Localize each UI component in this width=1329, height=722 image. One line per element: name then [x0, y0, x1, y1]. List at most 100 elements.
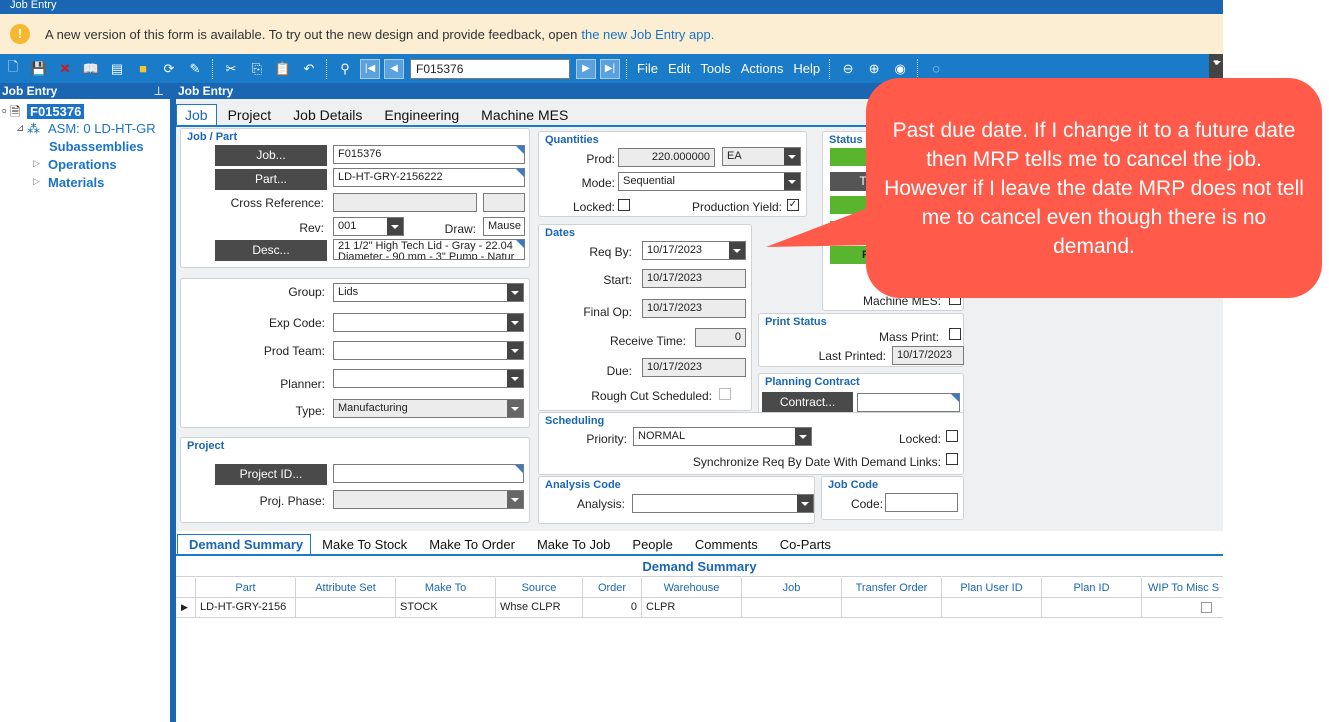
column-header-job[interactable]: Job [742, 578, 842, 598]
tab-make-to-stock[interactable]: Make To Stock [311, 537, 418, 555]
tab-co-parts[interactable]: Co-Parts [769, 537, 842, 555]
cross-reference-extra-field[interactable] [483, 193, 525, 212]
paste-icon[interactable]: 📋 [273, 59, 293, 79]
cell-attribute-set[interactable] [296, 598, 396, 618]
save-icon[interactable]: 💾 [29, 59, 49, 79]
chevron-down-icon[interactable] [507, 314, 523, 331]
forward-icon[interactable]: ⊕ [864, 59, 884, 79]
mode-combo[interactable]: Sequential [618, 172, 801, 191]
previous-record-icon[interactable]: ◀ [384, 58, 404, 79]
cell-plan-id[interactable] [1042, 598, 1142, 618]
cell-plan-user-id[interactable] [942, 598, 1042, 618]
pin-icon[interactable]: ⊥ [154, 83, 164, 99]
tree-collapse-icon[interactable]: ⊿ [16, 123, 24, 134]
last-printed-field[interactable]: 10/17/2023 [892, 346, 964, 365]
last-record-icon[interactable]: ▶| [600, 58, 620, 79]
chevron-right-icon[interactable]: ▷ [33, 158, 40, 169]
prod-team-combo[interactable] [333, 341, 524, 360]
prod-qty-field[interactable]: 220.000000 [618, 148, 715, 167]
menu-actions[interactable]: Actions [741, 61, 784, 76]
desc-button[interactable]: Desc... [215, 240, 327, 261]
analysis-combo[interactable] [632, 494, 814, 513]
receive-time-field[interactable]: 0 [695, 328, 746, 347]
exp-code-combo[interactable] [333, 313, 524, 332]
job-button[interactable]: Job... [215, 145, 327, 166]
tab-demand-summary[interactable]: Demand Summary [177, 534, 312, 555]
cell-wip-to-misc[interactable] [1142, 598, 1223, 618]
menu-help[interactable]: Help [793, 61, 820, 76]
part-number-field[interactable]: LD-HT-GRY-2156222 [333, 168, 525, 187]
tab-make-to-job[interactable]: Make To Job [526, 537, 621, 555]
column-header-transfer-order[interactable]: Transfer Order [842, 578, 942, 598]
tree-expand-icon[interactable]: ▫ [2, 103, 7, 118]
binoculars-icon[interactable]: ⚲ [335, 59, 355, 79]
start-date-field[interactable]: 10/17/2023 [642, 269, 746, 288]
first-record-icon[interactable]: |◀ [360, 58, 380, 79]
tree-node-operations[interactable]: Operations [48, 157, 117, 172]
column-header-plan-id[interactable]: Plan ID [1042, 578, 1142, 598]
description-field[interactable]: 21 1/2" High Tech Lid - Gray - 22.04 Dia… [333, 239, 525, 260]
req-by-date-field[interactable]: 10/17/2023 [642, 241, 746, 260]
tab-make-to-order[interactable]: Make To Order [418, 537, 526, 555]
group-combo[interactable]: Lids [333, 283, 524, 302]
chevron-down-icon[interactable] [729, 242, 745, 259]
chevron-down-icon[interactable] [795, 428, 811, 445]
contract-button[interactable]: Contract... [762, 392, 853, 413]
job-code-field[interactable] [885, 493, 958, 512]
tab-machine-mes[interactable]: Machine MES [470, 107, 579, 126]
sync-req-by-checkbox[interactable] [946, 453, 958, 465]
delete-icon[interactable]: ✕ [55, 59, 75, 79]
project-id-field[interactable] [333, 464, 524, 483]
cell-order[interactable]: 0 [583, 598, 642, 618]
type-combo[interactable]: Manufacturing [333, 399, 524, 418]
column-header-attribute-set[interactable]: Attribute Set [296, 578, 396, 598]
chevron-down-icon[interactable] [507, 370, 523, 387]
chevron-down-icon[interactable] [784, 148, 800, 165]
chevron-down-icon[interactable] [797, 495, 813, 512]
tree-node-assembly[interactable]: ASM: 0 LD-HT-GR [48, 121, 156, 136]
home-icon[interactable]: ◉ [890, 59, 910, 79]
chevron-down-icon[interactable] [507, 491, 523, 508]
tree-node-subassemblies[interactable]: Subassemblies [49, 139, 144, 154]
tab-job-details[interactable]: Job Details [282, 107, 373, 126]
cell-warehouse[interactable]: CLPR [642, 598, 742, 618]
cross-reference-field[interactable] [333, 193, 477, 212]
chevron-down-icon[interactable] [507, 400, 523, 417]
cell-make-to[interactable]: STOCK [396, 598, 496, 618]
column-header-make-to[interactable]: Make To [396, 578, 496, 598]
chevron-down-icon[interactable] [507, 284, 523, 301]
tab-people[interactable]: People [621, 537, 683, 555]
mass-print-checkbox[interactable] [949, 328, 961, 340]
column-header-warehouse[interactable]: Warehouse [642, 578, 742, 598]
chevron-down-icon[interactable] [784, 173, 800, 190]
new-icon[interactable]: 🗋 [3, 59, 23, 79]
tab-engineering[interactable]: Engineering [373, 107, 470, 126]
menu-tools[interactable]: Tools [700, 61, 730, 76]
final-op-date-field[interactable]: 10/17/2023 [642, 299, 746, 318]
contract-field[interactable] [857, 393, 960, 412]
grid-icon[interactable]: ▤ [107, 59, 127, 79]
book-icon[interactable]: 📖 [81, 59, 101, 79]
folder-icon[interactable]: ■ [133, 59, 153, 79]
cell-transfer-order[interactable] [842, 598, 942, 618]
part-button[interactable]: Part... [215, 169, 327, 190]
rev-combo[interactable]: 001 [333, 217, 404, 236]
clock-icon[interactable]: ◌ [926, 59, 946, 79]
row-selector-icon[interactable]: ▶ [176, 598, 196, 618]
undo-icon[interactable]: ↶ [299, 59, 319, 79]
column-header-source[interactable]: Source [496, 578, 583, 598]
menu-file[interactable]: File [637, 61, 658, 76]
cell-job[interactable] [742, 598, 842, 618]
back-icon[interactable]: ⊖ [838, 59, 858, 79]
planner-combo[interactable] [333, 369, 524, 388]
job-number-field[interactable]: F015376 [333, 145, 525, 164]
tree-node-job[interactable]: F015376 [27, 104, 85, 119]
new-app-link[interactable]: the new Job Entry app. [581, 27, 714, 42]
draw-field[interactable]: Mause [483, 217, 525, 236]
rough-cut-checkbox[interactable] [719, 388, 731, 400]
chevron-down-icon[interactable] [507, 342, 523, 359]
cell-source[interactable]: Whse CLPR [496, 598, 583, 618]
locked-checkbox[interactable] [618, 199, 630, 211]
due-date-field[interactable]: 10/17/2023 [642, 358, 746, 377]
refresh-icon[interactable]: ⟳ [159, 59, 179, 79]
